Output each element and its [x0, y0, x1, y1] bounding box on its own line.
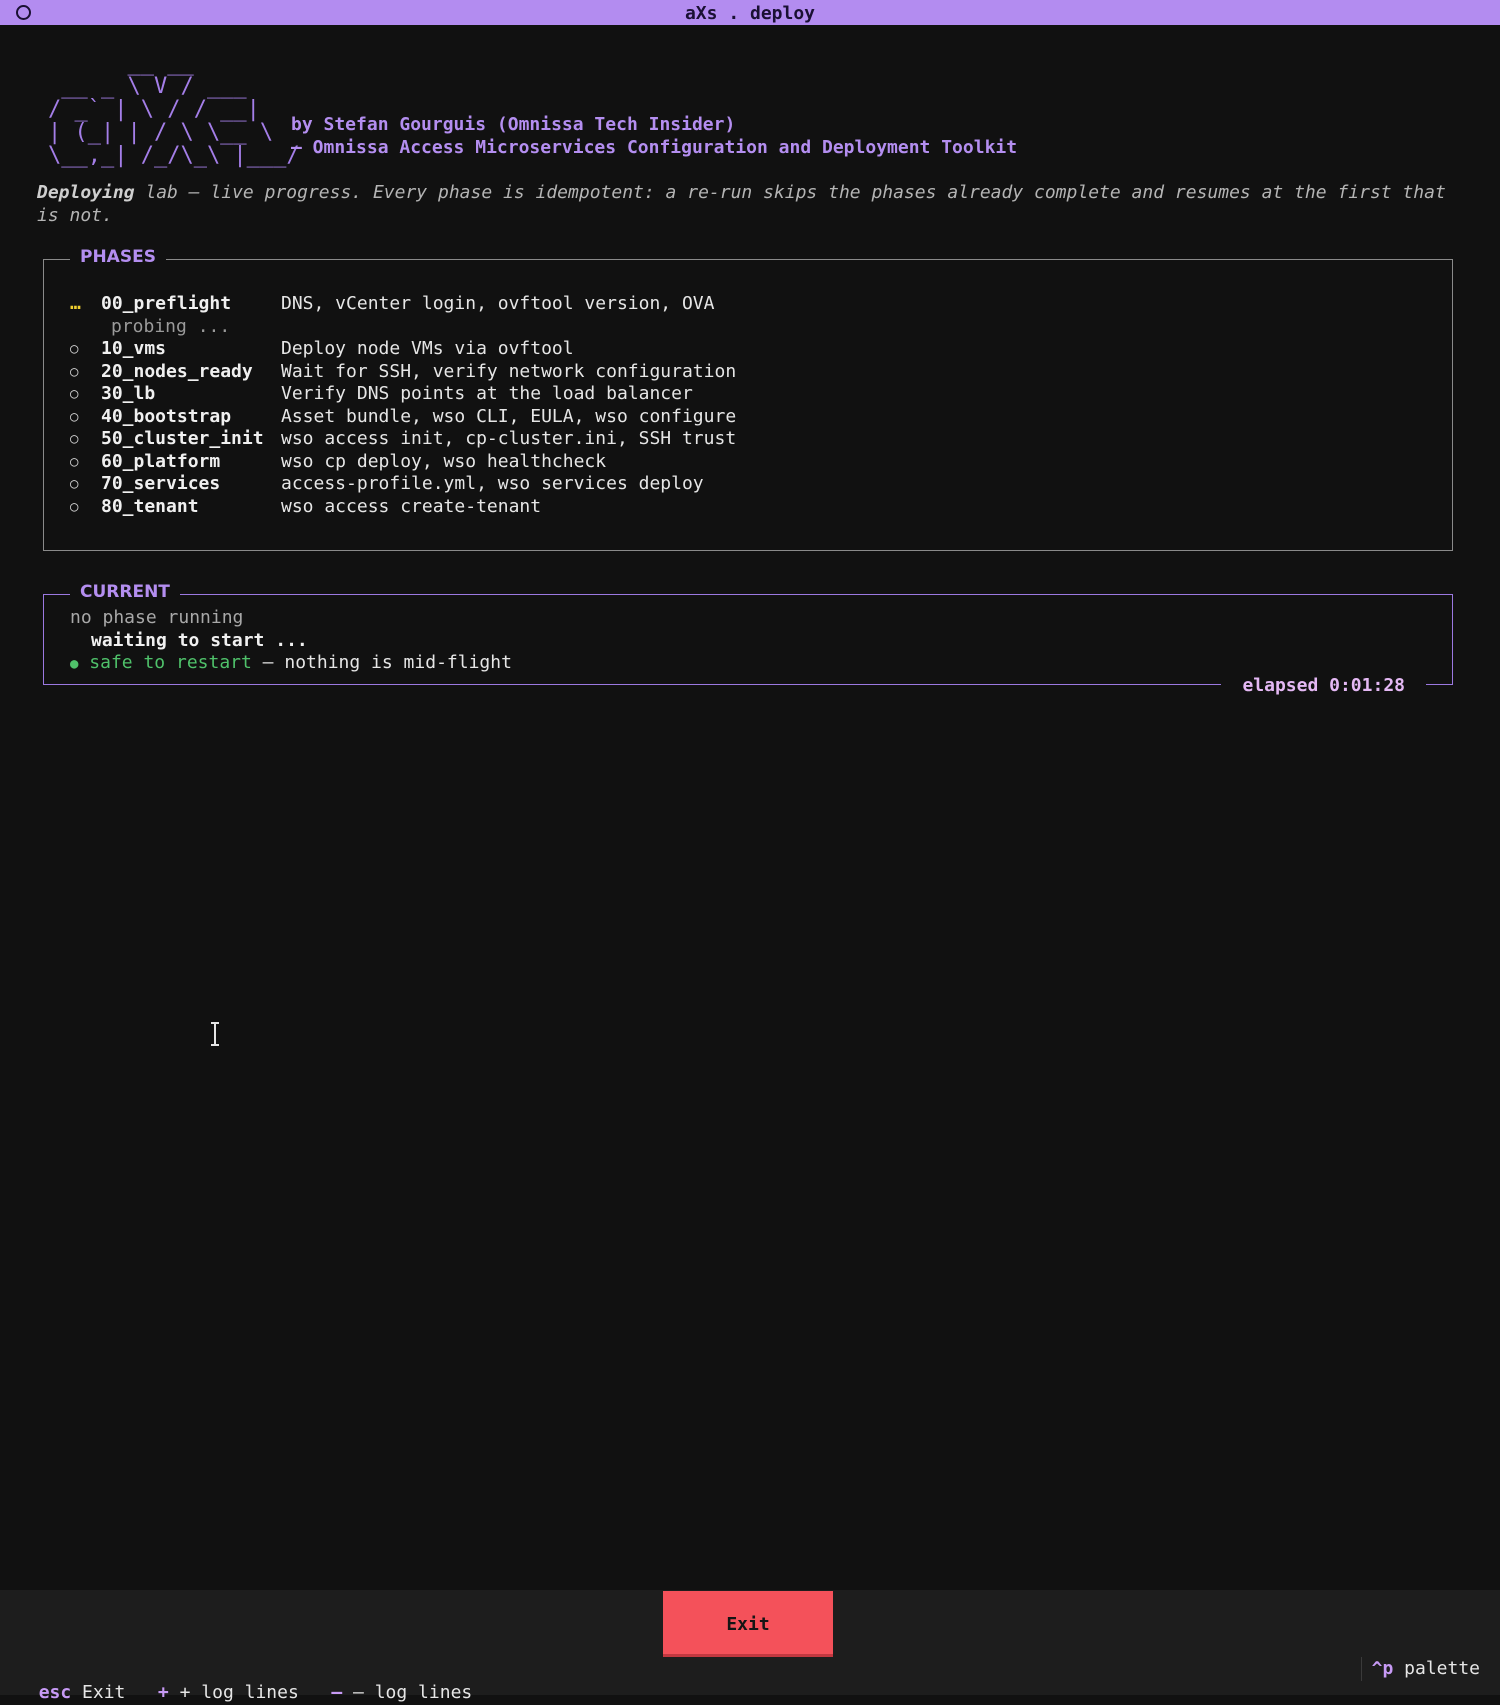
binding-key: esc — [38, 1682, 72, 1703]
phases-panel-title: PHASES — [70, 247, 166, 267]
palette-label: palette — [1404, 1658, 1480, 1679]
intro-text: Deploying lab – live progress. Every pha… — [37, 181, 1457, 227]
safe-restart-line: ● safe to restart – nothing is mid-fligh… — [70, 652, 512, 675]
safe-restart-label: safe to restart — [89, 652, 252, 673]
pending-circle-icon: ○ — [70, 476, 79, 492]
current-panel: CURRENT no phase running waiting to star… — [43, 582, 1453, 697]
binding-key: + — [157, 1682, 169, 1703]
phase-name: 00_preflight — [101, 293, 232, 314]
phase-name: 10_vms — [101, 338, 167, 359]
phase-name: 50_cluster_init — [101, 428, 264, 449]
palette-key: ^p — [1371, 1658, 1394, 1679]
window-title: aXs . deploy — [684, 3, 816, 24]
phase-description: wso access init, cp-cluster.ini, SSH tru… — [281, 428, 737, 449]
axs-logo: __ __ __ _ \ V / ___ / _` | \ / / __| | … — [48, 51, 300, 168]
phase-name: 40_bootstrap — [101, 405, 232, 427]
phase-name: 60_platform — [101, 450, 221, 472]
phase-description: DNS, vCenter login, ovftool version, OVA — [281, 293, 715, 314]
phases-panel: PHASES … 00_preflight DNS, vCenter login, … — [43, 247, 1453, 551]
status-dot-icon: ● — [70, 656, 79, 672]
phase-detail: probing ... — [111, 315, 231, 337]
current-panel-title: CURRENT — [70, 582, 180, 602]
text-cursor-icon — [211, 1022, 219, 1046]
phase-description: wso cp deploy, wso healthcheck — [281, 450, 607, 472]
phase-name: 80_tenant — [101, 495, 199, 517]
phase-description: wso access create-tenant — [281, 495, 542, 517]
phase-description: Verify DNS points at the load balancer — [281, 383, 693, 404]
phase-description: access-profile.yml, wso services deploy — [281, 473, 704, 494]
pending-circle-icon: ○ — [70, 453, 79, 470]
phase-name: 30_lb — [101, 383, 156, 404]
subtitle-line: – Omnissa Access Microservices Configura… — [291, 137, 1018, 158]
binding-key: – — [331, 1682, 343, 1703]
elapsed-timer: elapsed 0:01:28 — [1221, 675, 1426, 697]
pending-circle-icon: ○ — [70, 386, 79, 402]
intro-rest: lab – live progress. Every phase is idem… — [37, 182, 1446, 226]
pending-circle-icon: ○ — [70, 498, 79, 515]
safe-restart-note: – nothing is mid-flight — [251, 652, 512, 673]
credit-line: by Stefan Gourguis (Omnissa Tech Insider… — [291, 114, 736, 135]
phase-description: Deploy node VMs via ovftool — [281, 338, 574, 359]
current-state: no phase running — [70, 607, 244, 628]
command-palette-binding[interactable]: ^p palette — [1360, 1657, 1480, 1681]
binding-label: Exit — [82, 1682, 126, 1703]
binding-label: – log lines — [353, 1682, 473, 1703]
pending-circle-icon: ○ — [70, 431, 79, 447]
phase-name: 70_services — [101, 473, 221, 494]
phase-description: Wait for SSH, verify network configurati… — [281, 360, 737, 382]
exit-button[interactable]: Exit — [663, 1591, 833, 1657]
binding-esc[interactable]: esc Exit — [39, 1682, 126, 1703]
intro-lead: Deploying — [37, 182, 135, 203]
pending-circle-icon: ○ — [70, 341, 79, 357]
title-bar: aXs . deploy — [0, 0, 1500, 25]
binding-more-lines[interactable]: + + log lines — [158, 1682, 299, 1703]
phase-description: Asset bundle, wso CLI, EULA, wso configu… — [281, 405, 737, 427]
binding-fewer-lines[interactable]: – – log lines — [331, 1682, 472, 1703]
pending-circle-icon: ○ — [70, 408, 79, 425]
running-indicator-icon: … — [70, 293, 81, 314]
binding-label: + log lines — [179, 1682, 299, 1703]
key-bindings: esc Exit + + log lines – – log lines — [17, 1657, 473, 1703]
pending-circle-icon: ○ — [70, 363, 79, 380]
banner-credit: by Stefan Gourguis (Omnissa Tech Insider… — [291, 113, 1017, 159]
phase-name: 20_nodes_ready — [101, 360, 253, 382]
waiting-status: waiting to start ... — [91, 629, 308, 651]
